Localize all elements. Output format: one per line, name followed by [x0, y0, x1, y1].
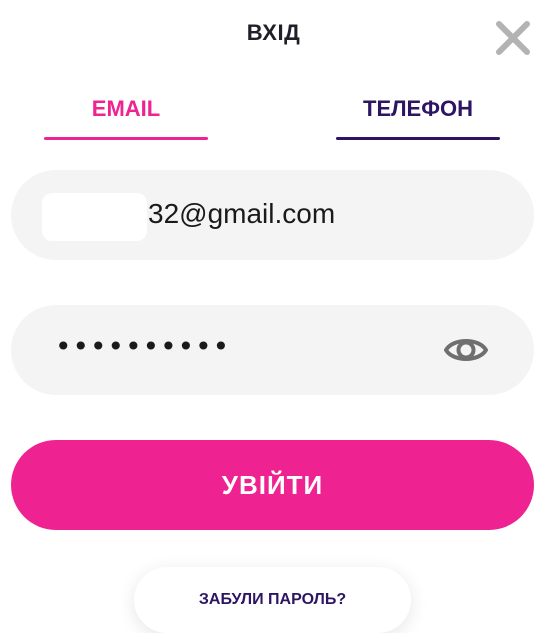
eye-icon	[444, 339, 488, 361]
close-icon	[496, 21, 530, 55]
login-button[interactable]: УВІЙТИ	[11, 440, 534, 530]
forgot-password-button[interactable]: ЗАБУЛИ ПАРОЛЬ?	[134, 567, 411, 633]
tab-email-label: EMAIL	[91, 96, 161, 121]
tab-phone-underline	[336, 137, 500, 140]
email-value: 32@gmail.com	[148, 198, 336, 229]
password-field[interactable]: ••••••••••	[11, 305, 534, 395]
dialog-title: ВХІД	[246, 20, 301, 45]
login-dialog: ВХІД EMAIL ТЕЛЕФОН 32@gmail.com ••••••••…	[0, 0, 547, 633]
close-button[interactable]	[493, 18, 533, 58]
tab-phone[interactable]: ТЕЛЕФОН	[336, 92, 500, 140]
password-value: ••••••••••	[55, 330, 231, 363]
tab-email[interactable]: EMAIL	[44, 92, 208, 140]
show-password-button[interactable]	[444, 331, 488, 369]
tab-email-underline	[44, 137, 208, 140]
tab-phone-label: ТЕЛЕФОН	[363, 96, 473, 121]
email-redaction-mask	[42, 193, 147, 241]
email-field[interactable]: 32@gmail.com	[11, 170, 534, 260]
